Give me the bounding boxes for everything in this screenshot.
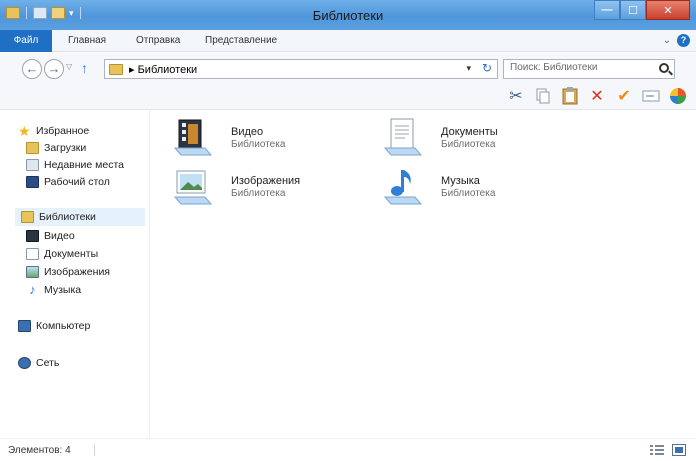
nav-item-recent-places[interactable]: Недавние места <box>26 156 124 174</box>
maximize-button[interactable]: ☐ <box>620 0 646 20</box>
nav-libraries-label: Библиотеки <box>39 211 96 223</box>
large-icons-view-icon[interactable] <box>672 444 686 456</box>
nav-item-label: Недавние места <box>44 159 124 171</box>
nav-item-pictures[interactable]: Изображения <box>26 263 110 281</box>
minimize-button[interactable]: — <box>594 0 620 20</box>
nav-item-downloads[interactable]: Загрузки <box>26 139 86 157</box>
library-name: Музыка <box>441 175 480 187</box>
nav-item-desktop[interactable]: Рабочий стол <box>26 173 110 191</box>
window-title: Библиотеки <box>312 8 384 23</box>
nav-favorites-label: Избранное <box>36 125 90 137</box>
nav-network-label: Сеть <box>36 357 60 369</box>
library-item-documents[interactable]: Документы Библиотека <box>383 118 583 160</box>
paste-icon[interactable] <box>560 86 580 106</box>
video-icon <box>26 230 39 242</box>
library-name: Изображения <box>231 175 301 187</box>
delete-icon[interactable]: ✕ <box>587 86 607 106</box>
navigation-pane: ★ Избранное Загрузки Недавние места Рабо… <box>0 110 150 438</box>
address-bar[interactable]: ▸ Библиотеки ▾ ↻ <box>104 59 498 79</box>
tab-file[interactable]: Файл <box>0 30 52 52</box>
recent-places-icon <box>26 159 39 171</box>
library-item-videos[interactable]: Видео Библиотека <box>173 118 373 160</box>
recent-locations-dropdown[interactable]: ▽ <box>66 62 72 71</box>
nav-item-videos[interactable]: Видео <box>26 227 75 245</box>
nav-network[interactable]: Сеть <box>18 354 59 372</box>
nav-item-label: Видео <box>44 230 75 242</box>
title-bar: ▾ Библиотеки — ☐ ✕ <box>0 0 696 30</box>
help-icon[interactable]: ? <box>677 34 690 47</box>
content-pane: Видео Библиотека Документы Библиотека Из… <box>151 110 696 438</box>
library-name: Документы <box>441 126 498 138</box>
back-button[interactable]: ← <box>22 59 42 79</box>
address-row: ← → ▽ ↑ ▸ Библиотеки ▾ ↻ <box>0 53 696 83</box>
tab-share[interactable]: Отправка <box>136 30 180 52</box>
nav-item-label: Рабочий стол <box>44 176 110 188</box>
documents-library-icon <box>383 118 423 156</box>
nav-item-label: Изображения <box>44 266 110 278</box>
libraries-icon <box>21 211 34 223</box>
nav-item-music[interactable]: ♪ Музыка <box>26 281 81 299</box>
properties-icon[interactable] <box>668 86 688 106</box>
nav-item-label: Документы <box>44 248 99 260</box>
nav-item-label: Загрузки <box>44 142 87 154</box>
search-input[interactable] <box>510 62 650 73</box>
music-library-icon <box>383 170 423 205</box>
nav-item-documents[interactable]: Документы <box>26 245 98 263</box>
computer-icon <box>18 320 31 332</box>
library-item-pictures[interactable]: Изображения Библиотека <box>173 167 373 209</box>
tab-view[interactable]: Представление <box>205 30 277 52</box>
library-type: Библиотека <box>441 139 496 150</box>
address-history-dropdown[interactable]: ▾ <box>466 63 471 74</box>
pictures-icon <box>26 266 39 278</box>
command-toolbar: ✂ ✕ ✔ <box>0 83 696 110</box>
breadcrumb-libraries[interactable]: Библиотеки <box>138 64 198 76</box>
library-type: Библиотека <box>231 188 286 199</box>
checkmark-icon[interactable]: ✔ <box>614 86 634 106</box>
nav-libraries[interactable]: Библиотеки <box>15 208 145 226</box>
documents-icon <box>26 248 39 260</box>
tab-home[interactable]: Главная <box>68 30 106 52</box>
library-type: Библиотека <box>231 139 286 150</box>
network-icon <box>18 357 31 369</box>
refresh-icon[interactable]: ↻ <box>482 61 492 75</box>
ribbon-tabs: Файл Главная Отправка Представление ⌄ ? <box>0 30 696 52</box>
rename-icon[interactable] <box>641 86 661 106</box>
video-library-icon <box>173 119 213 156</box>
library-name: Видео <box>231 126 264 138</box>
status-divider <box>94 444 95 456</box>
copy-icon[interactable] <box>533 86 553 106</box>
search-icon[interactable] <box>659 63 669 73</box>
details-view-icon[interactable] <box>650 444 664 456</box>
library-item-music[interactable]: Музыка Библиотека <box>383 167 583 209</box>
item-count: Элементов: 4 <box>8 445 71 456</box>
close-button[interactable]: ✕ <box>646 0 690 20</box>
libraries-icon <box>109 64 123 75</box>
star-icon: ★ <box>18 123 31 139</box>
music-icon: ♪ <box>29 282 36 297</box>
search-box[interactable] <box>503 59 675 79</box>
downloads-icon <box>26 142 39 154</box>
expand-ribbon-icon[interactable]: ⌄ <box>663 35 671 46</box>
nav-favorites[interactable]: ★ Избранное <box>18 122 89 140</box>
breadcrumb[interactable]: ▸ Библиотеки <box>129 63 197 76</box>
nav-computer-label: Компьютер <box>36 320 91 332</box>
cut-icon[interactable]: ✂ <box>506 86 526 106</box>
library-type: Библиотека <box>441 188 496 199</box>
pictures-library-icon <box>173 170 213 205</box>
desktop-icon <box>26 176 39 188</box>
nav-computer[interactable]: Компьютер <box>18 317 90 335</box>
up-button[interactable]: ↑ <box>81 60 88 76</box>
nav-item-label: Музыка <box>44 284 82 296</box>
forward-button[interactable]: → <box>44 59 64 79</box>
view-switcher <box>650 444 686 456</box>
status-bar: Элементов: 4 <box>0 438 696 461</box>
window-controls: — ☐ ✕ <box>594 0 690 20</box>
